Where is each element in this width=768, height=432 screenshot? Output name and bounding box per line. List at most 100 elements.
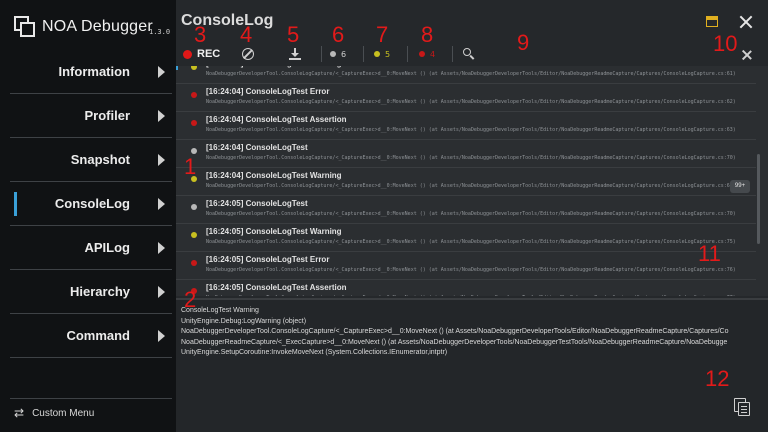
log-row-title: [16:24:04] ConsoleLogTest Warning xyxy=(206,66,342,68)
sidebar: NOA Debugger 1.3.0 Information Profiler … xyxy=(0,0,176,432)
callout-12: 12 xyxy=(705,366,730,391)
callout-8: 8 xyxy=(421,22,434,47)
log-detail-line: ConsoleLogTest Warning xyxy=(181,307,259,314)
callout-3: 3 xyxy=(194,22,207,47)
sidebar-item-label: ConsoleLog xyxy=(54,196,130,211)
sidebar-item-information[interactable]: Information xyxy=(10,50,172,94)
app-name: NOA Debugger xyxy=(42,18,153,35)
sidebar-item-apilog[interactable]: APILog xyxy=(10,226,172,270)
sidebar-item-label: Information xyxy=(58,64,131,79)
chevron-right-icon xyxy=(158,66,165,78)
log-row-title: [16:24:05] ConsoleLogTest xyxy=(206,199,308,208)
chevron-right-icon xyxy=(158,198,165,210)
callout-5: 5 xyxy=(287,22,300,47)
log-row-title: [16:24:05] ConsoleLogTest Assertion xyxy=(206,283,347,292)
log-row-stacktrace: NoaDebuggerDeveloperTool.ConsoleLogCaptu… xyxy=(206,295,754,296)
noa-logo-icon xyxy=(14,16,36,38)
warning-severity-icon xyxy=(191,66,197,70)
log-row[interactable]: [16:24:04] ConsoleLogTest Error NoaDebugg… xyxy=(176,84,756,112)
log-row-title: [16:24:04] ConsoleLogTest Error xyxy=(206,87,330,96)
error-severity-icon xyxy=(191,120,197,126)
search-close-button[interactable] xyxy=(742,50,752,60)
log-row[interactable]: [16:24:05] ConsoleLogTest NoaDebuggerDeve… xyxy=(176,196,756,224)
log-row-title: [16:24:04] ConsoleLogTest Warning xyxy=(206,171,342,180)
sidebar-item-label: Snapshot xyxy=(70,152,130,167)
log-row-stacktrace: NoaDebuggerDeveloperTool.ConsoleLogCaptu… xyxy=(206,155,736,161)
sidebar-item-consolelog[interactable]: ConsoleLog xyxy=(10,182,172,226)
log-detail-panel: ConsoleLogTest Warning UnityEngine.Debug:… xyxy=(176,298,768,432)
log-row-stacktrace: NoaDebuggerDeveloperTool.ConsoleLogCaptu… xyxy=(206,99,736,105)
log-row-title: [16:24:05] ConsoleLogTest Error xyxy=(206,255,330,264)
log-row[interactable]: [16:24:04] ConsoleLogTest Warning NoaDebu… xyxy=(176,168,756,196)
callout-4: 4 xyxy=(240,22,253,47)
log-severity-icon xyxy=(191,204,197,210)
clear-icon xyxy=(242,48,254,60)
console-toolbar: REC 6 5 4 xyxy=(176,42,768,66)
download-icon xyxy=(289,48,301,60)
sidebar-item-profiler[interactable]: Profiler xyxy=(10,94,172,138)
brand: NOA Debugger xyxy=(14,14,153,40)
search-icon xyxy=(463,48,475,60)
toolbar-separator xyxy=(321,46,322,62)
error-filter-icon xyxy=(419,51,425,57)
close-debugger-button[interactable] xyxy=(738,14,754,30)
warning-count: 5 xyxy=(385,49,391,59)
log-row-title: [16:24:04] ConsoleLogTest Assertion xyxy=(206,115,347,124)
log-row-stacktrace: NoaDebuggerDeveloperTool.ConsoleLogCaptu… xyxy=(206,127,736,133)
main-panel: ConsoleLog REC 6 5 4 [16:24:05] ConsoleL… xyxy=(176,0,768,432)
sidebar-item-label: Profiler xyxy=(84,108,130,123)
chevron-right-icon xyxy=(158,242,165,254)
log-row-stacktrace: NoaDebuggerDeveloperTool.ConsoleLogCaptu… xyxy=(206,239,736,245)
sidebar-item-hierarchy[interactable]: Hierarchy xyxy=(10,270,172,314)
record-icon xyxy=(183,49,192,59)
rec-label: REC xyxy=(197,48,221,60)
error-severity-icon xyxy=(191,92,197,98)
log-row[interactable]: [16:24:04] ConsoleLogTest NoaDebuggerDeve… xyxy=(176,140,756,168)
log-count: 6 xyxy=(341,49,347,59)
log-row-stacktrace: NoaDebuggerDeveloperTool.ConsoleLogCaptu… xyxy=(206,211,736,217)
callout-2: 2 xyxy=(184,287,197,312)
toolbar-separator xyxy=(363,46,364,62)
log-row[interactable]: [16:24:04] ConsoleLogTest Assertion NoaDe… xyxy=(176,112,756,140)
search-button[interactable] xyxy=(463,42,475,66)
chevron-right-icon xyxy=(158,286,165,298)
custom-menu-button[interactable]: ⇄ Custom Menu xyxy=(14,406,94,420)
sidebar-nav: Information Profiler Snapshot ConsoleLog… xyxy=(10,50,172,358)
log-row-stacktrace: NoaDebuggerDeveloperTool.ConsoleLogCaptu… xyxy=(206,183,736,189)
window-icon xyxy=(706,16,718,27)
log-filter-icon xyxy=(330,51,336,57)
log-detail-line: UnityEngine.Debug:LogWarning (object) xyxy=(181,317,307,325)
close-icon xyxy=(738,14,754,30)
log-row-title: [16:24:04] ConsoleLogTest xyxy=(206,143,308,152)
chevron-right-icon xyxy=(158,110,165,122)
log-row-stacktrace: NoaDebuggerDeveloperTool.ConsoleLogCaptu… xyxy=(206,267,736,273)
sidebar-item-snapshot[interactable]: Snapshot xyxy=(10,138,172,182)
warning-severity-icon xyxy=(191,232,197,238)
log-row[interactable]: [16:24:05] ConsoleLogTest Warning NoaDebu… xyxy=(176,224,756,252)
log-detail-line: NoaDebuggerDeveloperTool.ConsoleLogCaptu… xyxy=(181,328,729,336)
callout-1: 1 xyxy=(184,154,197,179)
log-detail-line: UnityEngine.SetupCoroutine:InvokeMoveNex… xyxy=(181,349,448,357)
app-version: 1.3.0 xyxy=(149,28,171,36)
log-row[interactable]: [16:24:04] ConsoleLogTest Warning NoaDebu… xyxy=(176,66,756,84)
float-window-button[interactable] xyxy=(704,14,720,30)
copy-log-button[interactable] xyxy=(734,398,752,416)
log-row[interactable]: [16:24:05] ConsoleLogTest Assertion NoaDe… xyxy=(176,280,756,296)
collapse-count-badge: 99+ xyxy=(730,180,750,193)
log-row[interactable]: [16:24:05] ConsoleLogTest Error NoaDebugg… xyxy=(176,252,756,280)
log-list[interactable]: [16:24:05] ConsoleLogTest Assertion NoaDe… xyxy=(176,66,768,296)
sidebar-divider xyxy=(10,398,172,399)
sidebar-item-label: APILog xyxy=(84,240,131,255)
close-icon xyxy=(742,50,752,60)
log-row-title: [16:24:05] ConsoleLogTest Warning xyxy=(206,227,342,236)
warning-filter-icon xyxy=(374,51,380,57)
sidebar-item-command[interactable]: Command xyxy=(10,314,172,358)
callout-7: 7 xyxy=(376,22,389,47)
toolbar-separator xyxy=(452,46,453,62)
toolbar-separator xyxy=(407,46,408,62)
chevron-right-icon xyxy=(158,154,165,166)
log-detail-text[interactable]: ConsoleLogTest Warning UnityEngine.Debug:… xyxy=(181,306,768,359)
chevron-right-icon xyxy=(158,330,165,342)
log-list-scrollbar[interactable] xyxy=(757,154,760,244)
callout-10: 10 xyxy=(713,31,738,56)
